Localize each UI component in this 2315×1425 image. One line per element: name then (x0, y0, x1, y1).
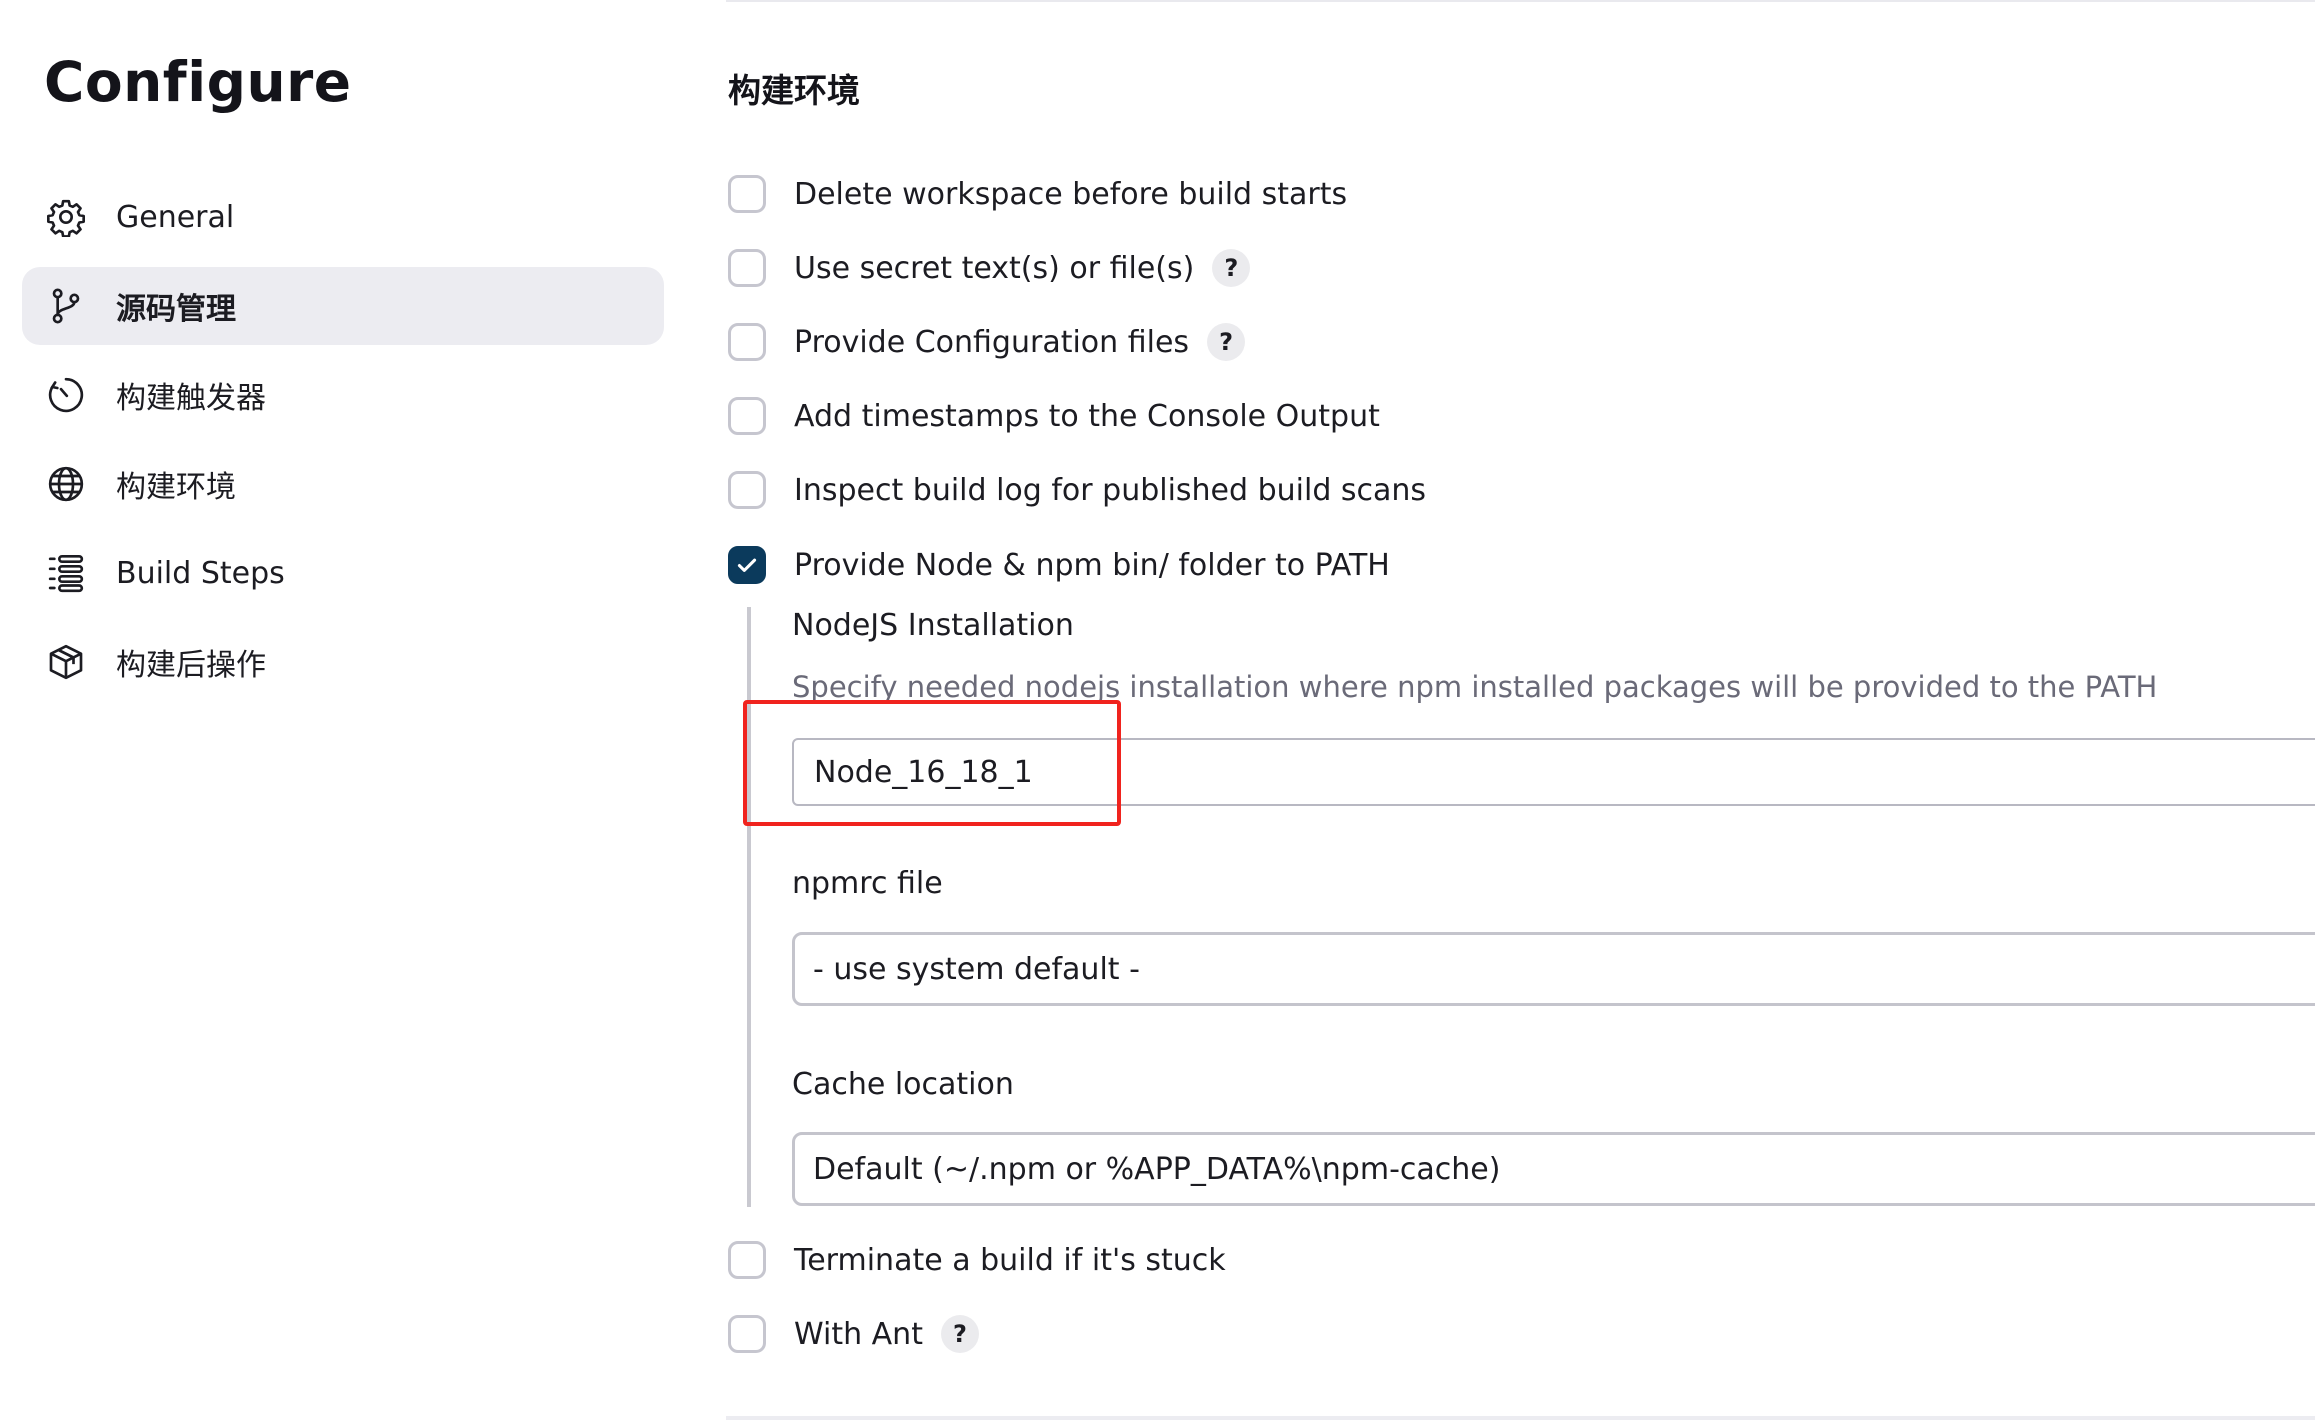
option-timestamps[interactable]: Add timestamps to the Console Output (728, 394, 1380, 438)
sidebar-item-build-environment[interactable]: 构建环境 (22, 445, 664, 523)
sidebar-nav: General 源码管理 构建触发器 构建环境 Build Steps 构建后操… (22, 178, 664, 712)
option-label: Add timestamps to the Console Output (794, 398, 1380, 434)
option-label: Provide Configuration files (794, 324, 1190, 360)
sidebar-item-post-build[interactable]: 构建后操作 (22, 623, 664, 701)
branch-icon (46, 286, 86, 326)
help-icon[interactable]: ? (1212, 249, 1251, 287)
top-divider (726, 0, 2315, 2)
sidebar-item-label: 源码管理 (116, 292, 236, 327)
configure-page: Configure General 源码管理 构建触发器 构建环境 Build … (0, 0, 2315, 1425)
nested-section-rule (747, 607, 751, 1207)
sidebar-item-build-steps[interactable]: Build Steps (22, 534, 664, 612)
checkbox[interactable] (728, 323, 766, 361)
option-terminate-stuck[interactable]: Terminate a build if it's stuck (728, 1238, 1226, 1282)
package-icon (46, 642, 86, 682)
cache-location-select[interactable]: Default (~/.npm or %APP_DATA%\npm-cache) (792, 1132, 2315, 1206)
option-provide-node[interactable]: Provide Node & npm bin/ folder to PATH (728, 543, 1390, 587)
sidebar-item-build-triggers[interactable]: 构建触发器 (22, 356, 664, 434)
cache-location-selected-value: Default (~/.npm or %APP_DATA%\npm-cache) (813, 1151, 1501, 1187)
help-icon[interactable]: ? (1207, 323, 1246, 361)
page-title: Configure (44, 50, 352, 114)
checkbox[interactable] (728, 1315, 766, 1353)
nodejs-installation-label: NodeJS Installation (792, 608, 1074, 643)
option-inspect-build-log[interactable]: Inspect build log for published build sc… (728, 468, 1426, 512)
help-icon[interactable]: ? (940, 1315, 979, 1353)
sidebar-item-label: Build Steps (116, 555, 285, 591)
section-title: 构建环境 (728, 71, 860, 110)
option-label: With Ant (794, 1316, 923, 1352)
sidebar-item-label: 构建后操作 (116, 648, 266, 683)
checkbox[interactable] (728, 397, 766, 435)
option-label: Provide Node & npm bin/ folder to PATH (794, 547, 1390, 583)
checkmark-icon (737, 558, 757, 572)
sidebar-item-label: 构建环境 (116, 470, 236, 505)
checkbox[interactable] (728, 471, 766, 509)
sidebar-item-label: 构建触发器 (116, 381, 266, 416)
checkbox[interactable] (728, 175, 766, 213)
nodejs-installation-input[interactable] (792, 738, 2315, 806)
option-label: Terminate a build if it's stuck (794, 1242, 1226, 1278)
sidebar-item-label: General (116, 199, 235, 235)
bottom-divider (726, 1416, 2315, 1420)
option-secret-text[interactable]: Use secret text(s) or file(s) ? (728, 246, 1251, 290)
checkbox[interactable] (728, 249, 766, 287)
sidebar-item-source-control[interactable]: 源码管理 (22, 267, 664, 345)
checkbox-checked[interactable] (728, 546, 766, 584)
globe-icon (46, 464, 86, 504)
option-label: Use secret text(s) or file(s) (794, 250, 1195, 286)
clock-icon (46, 375, 86, 415)
checkbox[interactable] (728, 1241, 766, 1279)
sidebar-item-general[interactable]: General (22, 178, 664, 256)
npmrc-file-select[interactable]: - use system default - (792, 932, 2315, 1006)
option-label: Inspect build log for published build sc… (794, 472, 1427, 508)
npmrc-selected-value: - use system default - (813, 951, 1140, 987)
option-with-ant[interactable]: With Ant ? (728, 1312, 979, 1356)
option-label: Delete workspace before build starts (794, 176, 1348, 212)
gear-icon (46, 197, 86, 237)
option-delete-workspace[interactable]: Delete workspace before build starts (728, 172, 1347, 216)
nodejs-installation-description: Specify needed nodejs installation where… (792, 670, 2158, 704)
npmrc-file-label: npmrc file (792, 866, 943, 901)
cache-location-label: Cache location (792, 1067, 1014, 1102)
list-icon (46, 553, 86, 593)
option-config-files[interactable]: Provide Configuration files ? (728, 320, 1246, 364)
